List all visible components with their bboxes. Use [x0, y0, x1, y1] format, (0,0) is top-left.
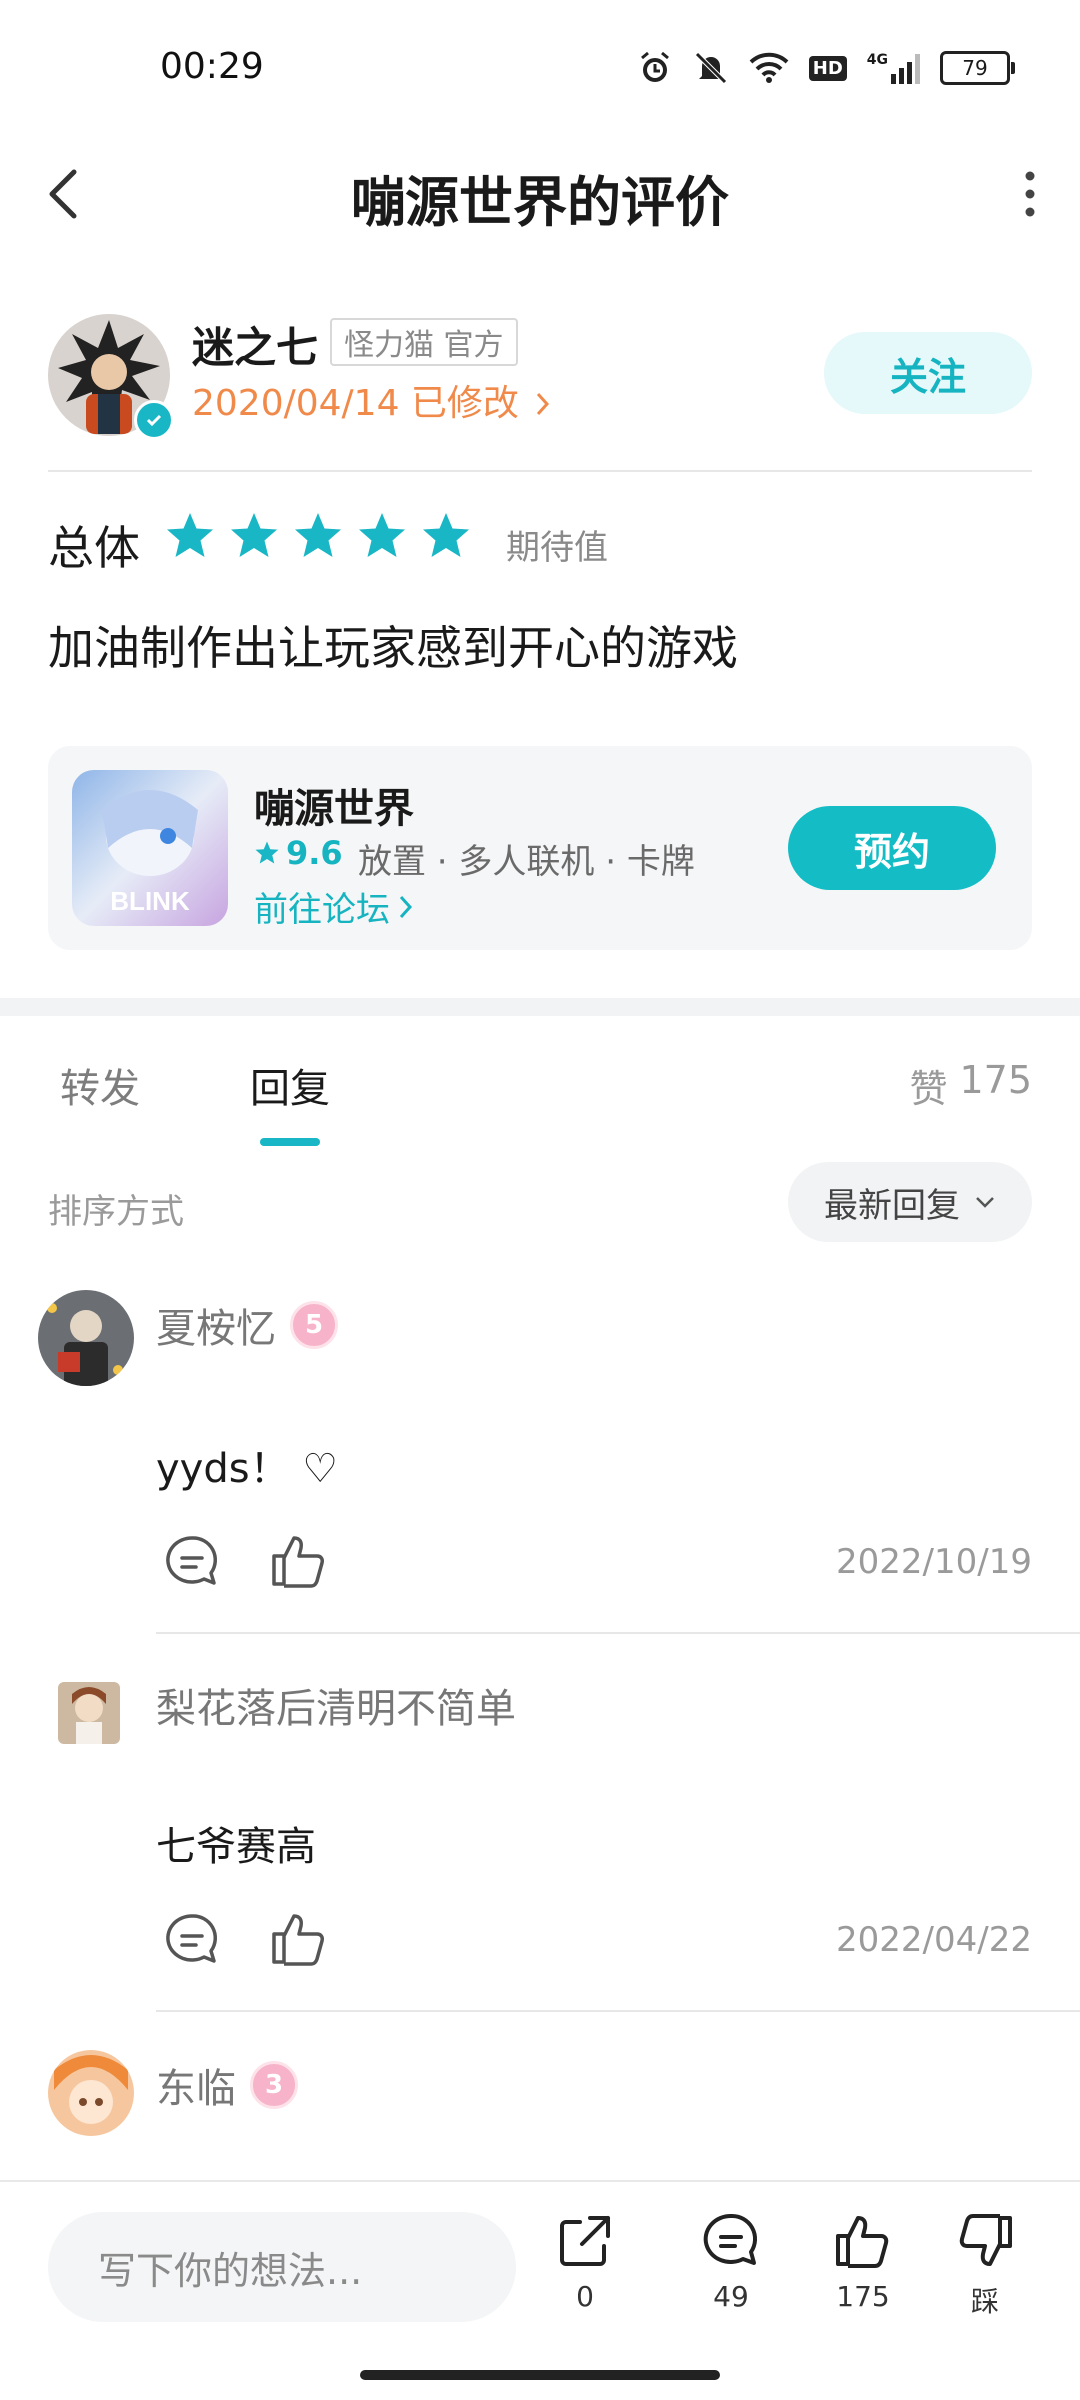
comment-date: 2022/04/22: [836, 1920, 1032, 1960]
comment-header: 东临 3: [156, 2056, 298, 2114]
star-icon: [295, 513, 341, 557]
author-tag: 怪力猫 官方: [330, 318, 518, 366]
share-button[interactable]: 0: [530, 2210, 640, 2313]
game-tags: 放置 · 多人联机 · 卡牌: [358, 842, 695, 882]
alarm-icon: [640, 51, 669, 82]
forum-link[interactable]: 前往论坛: [254, 882, 414, 931]
comment-input[interactable]: 写下你的想法...: [48, 2212, 516, 2322]
likes-summary[interactable]: 赞 175: [909, 1058, 1032, 1113]
level-badge: 5: [290, 1301, 338, 1349]
game-score: 9.6: [286, 834, 343, 872]
like-count: 175: [836, 2280, 890, 2313]
star-icon: [423, 513, 469, 557]
battery-icon: 79: [940, 51, 1015, 85]
like-icon[interactable]: [268, 1530, 328, 1590]
star-icon: [167, 513, 213, 557]
author-name[interactable]: 迷之七: [192, 314, 318, 375]
tab-forward[interactable]: 转发: [60, 1056, 140, 1114]
star-icon: [359, 513, 405, 557]
sort-dropdown[interactable]: 最新回复: [788, 1162, 1032, 1242]
like-button[interactable]: 175: [808, 2210, 918, 2313]
game-icon[interactable]: BLINK: [72, 770, 228, 926]
hd-icon: HD: [808, 55, 847, 81]
review-page: 00:29 HD 4G 79 嘣源世界的评价 迷之七 怪力猫 官方 2020/0…: [0, 0, 1080, 2400]
more-options-icon[interactable]: [1020, 168, 1040, 220]
commenter-avatar[interactable]: [48, 2050, 134, 2136]
author-date[interactable]: 2020/04/14 已修改: [192, 374, 552, 426]
comment-count: 49: [713, 2280, 749, 2313]
sort-selected: 最新回复: [824, 1185, 960, 1226]
commenter-name[interactable]: 梨花落后清明不简单: [156, 1676, 516, 1734]
comment-divider: [156, 1632, 1080, 1634]
forum-link-label: 前往论坛: [254, 890, 390, 930]
share-count: 0: [576, 2280, 594, 2313]
reply-icon[interactable]: [162, 1910, 222, 1970]
game-rating: 9.6: [254, 834, 343, 872]
section-divider: [0, 998, 1080, 1016]
comment-text: 七爷赛高: [156, 1824, 316, 1870]
comment-date: 2022/10/19: [836, 1542, 1032, 1582]
game-name[interactable]: 嘣源世界: [254, 776, 414, 834]
home-indicator[interactable]: [360, 2370, 720, 2380]
commenter-avatar[interactable]: [38, 1290, 134, 1386]
chevron-right-icon: [399, 895, 413, 918]
commenter-avatar[interactable]: [58, 1682, 120, 1744]
commenter-name[interactable]: 东临: [156, 2056, 236, 2114]
chevron-right-icon: [537, 392, 550, 416]
signal-icon: 4G: [867, 52, 920, 84]
divider: [48, 470, 1032, 472]
tab-reply[interactable]: 回复: [250, 1056, 330, 1114]
sort-label: 排序方式: [48, 1192, 184, 1232]
comment-icon: [703, 2213, 757, 2265]
dislike-button[interactable]: 踩: [930, 2210, 1040, 2320]
bottom-bar-divider: [0, 2180, 1080, 2182]
thumbs-up-icon: [836, 2216, 889, 2268]
review-text: 加油制作出让玩家感到开心的游戏: [48, 621, 738, 675]
star-icon: [255, 841, 279, 864]
level-badge: 3: [250, 2061, 298, 2109]
comment-text: yyds！ ♡: [156, 1446, 339, 1492]
page-title: 嘣源世界的评价: [351, 171, 729, 234]
dislike-label: 踩: [970, 2285, 999, 2318]
reserve-button[interactable]: 预约: [788, 806, 996, 890]
comment-header: 夏桉忆 5: [156, 1296, 338, 1354]
rating-stars: [164, 510, 472, 562]
comment-divider: [156, 2010, 1080, 2012]
chevron-down-icon: [976, 1197, 994, 1208]
status-icons: HD 4G 79: [637, 46, 1015, 90]
tab-active-indicator: [260, 1138, 320, 1146]
rating-label: 总体: [48, 521, 140, 575]
like-icon[interactable]: [268, 1908, 328, 1968]
star-icon: [231, 513, 277, 557]
share-icon: [560, 2216, 610, 2266]
thumbs-down-icon: [959, 2214, 1012, 2266]
follow-button[interactable]: 关注: [824, 332, 1032, 414]
comment-button[interactable]: 49: [676, 2210, 786, 2313]
author-date-text: 2020/04/14 已修改: [192, 383, 519, 424]
expect-label: 期待值: [506, 528, 608, 568]
verified-badge-icon: [134, 400, 174, 440]
game-icon-text: BLINK: [110, 886, 190, 916]
likes-label: 赞: [909, 1067, 948, 1111]
commenter-name[interactable]: 夏桉忆: [156, 1296, 276, 1354]
status-time: 00:29: [160, 46, 264, 87]
likes-count: 175: [959, 1058, 1032, 1102]
mute-bell-icon: [694, 52, 727, 84]
reply-icon[interactable]: [162, 1532, 222, 1592]
wifi-icon: [749, 52, 789, 83]
